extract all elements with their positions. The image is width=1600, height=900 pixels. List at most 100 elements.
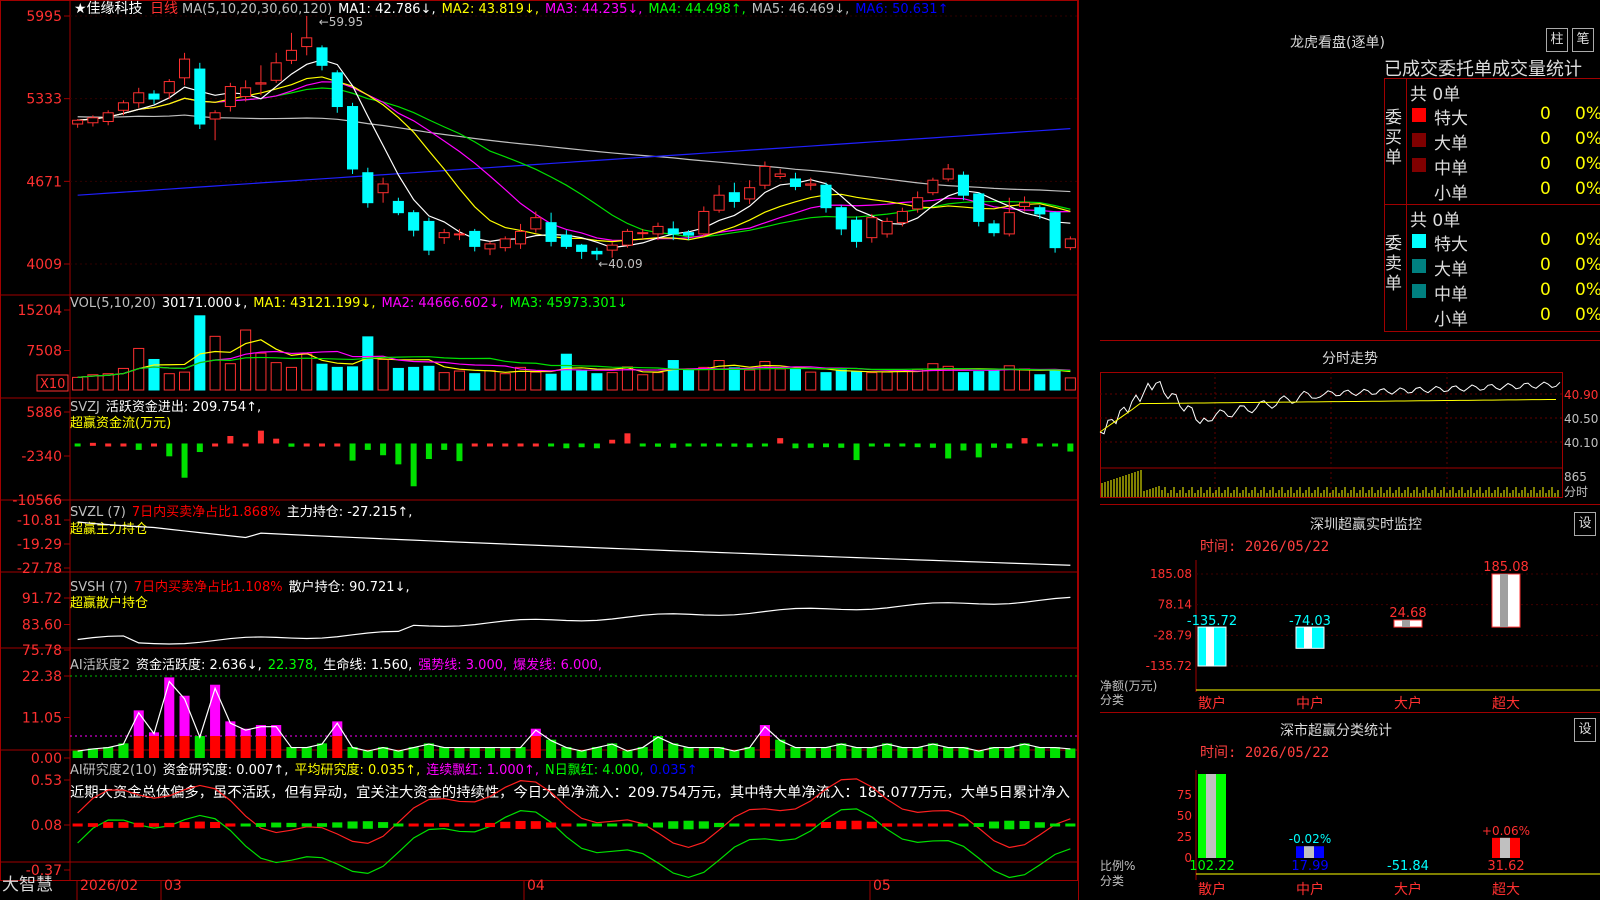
candle-body: [560, 234, 572, 247]
research-bar: [286, 822, 297, 828]
candle-body: [728, 192, 740, 202]
flow-bar: [929, 443, 936, 448]
intraday-y-tick: 40.10: [1564, 436, 1598, 450]
sell-row-count: 0: [1540, 230, 1551, 250]
candle-body: [835, 207, 847, 230]
intraday-vol-label: 分时: [1564, 485, 1588, 499]
volume-bar: [423, 365, 435, 391]
activity-bar: [622, 750, 633, 758]
volume-bar: [469, 373, 481, 391]
flow-bar: [899, 443, 906, 447]
price-legend-item: MA3: 44.235↓,: [545, 2, 642, 17]
candle-body: [377, 183, 389, 194]
research-bar: [1065, 823, 1076, 827]
activity-bar: [698, 747, 709, 758]
price-legend: MA(5,10,20,30,60,120) MA1: 42.786↓, MA2: 4…: [182, 2, 948, 17]
sell-total: 共 0单: [1410, 211, 1461, 231]
candle-body: [72, 119, 84, 125]
candle-body: [866, 217, 878, 239]
ai2-legend-item: 强势线: 3.000,: [418, 657, 507, 673]
classify-y-tick: 25: [1177, 830, 1192, 844]
flow-bar: [655, 443, 661, 447]
research-bar: [546, 822, 557, 828]
flow-bar: [380, 443, 387, 456]
retail-line: [77, 596, 1071, 645]
classify-pct-label: +0.06%: [1482, 824, 1530, 838]
buy-color-swatch: [1412, 108, 1426, 122]
activity-bar: [255, 736, 266, 758]
flow-bar: [578, 443, 585, 448]
research-bar: [759, 823, 770, 827]
research-bar: [637, 823, 648, 827]
side-panel: 龙虎看盘(逐单) 柱 笔 已成交委托单成交量统计 分时走势 深圳超赢实时监控 设…: [1078, 0, 1600, 900]
activity-bar: [118, 743, 129, 758]
monitor-settings-button[interactable]: 设: [1574, 512, 1596, 536]
candle-body: [301, 37, 313, 48]
sell-color-swatch: [1412, 234, 1426, 248]
dragon-title: 龙虎看盘(逐单): [1290, 35, 1385, 51]
classify-value: 31.62: [1487, 859, 1524, 874]
monitor-value-label: -74.03: [1289, 614, 1331, 629]
research-bar: [820, 821, 832, 829]
research-bar: [683, 820, 694, 830]
flow-bar: [548, 443, 555, 447]
volume-bar: [820, 372, 832, 391]
intraday-chart: 40.90 40.50 40.10 865分时: [1099, 372, 1598, 499]
activity-bar: [836, 743, 847, 758]
high-label: ←59.95: [319, 15, 363, 29]
monitor-bar-2: [1393, 619, 1423, 628]
flow-bar: [853, 443, 860, 461]
ai-research-legend-item: 0.035↑: [650, 763, 698, 778]
flow-bar: [151, 443, 157, 447]
candle-body: [1003, 212, 1015, 235]
candle-body: [102, 112, 114, 123]
bar-mode-button[interactable]: 柱: [1546, 28, 1568, 52]
monitor-bar-shine: [1402, 620, 1410, 628]
classify-category: 超大: [1492, 882, 1520, 898]
buy-row-pct: 0%: [1575, 129, 1600, 149]
research-bar: [301, 823, 312, 827]
buy-row-count: 0: [1540, 179, 1551, 199]
candle-body: [912, 197, 924, 210]
candle-body: [484, 243, 496, 250]
flow-bar: [639, 443, 646, 447]
candle-body: [896, 210, 908, 224]
volume-bar: [117, 367, 129, 391]
flow-bar: [441, 443, 448, 450]
monitor-chart: 185.0878.14-28.79-135.72净额(万元)分类-135.72散…: [1100, 560, 1600, 712]
flow-bar: [502, 443, 509, 447]
candle-body: [942, 168, 954, 180]
y-tick-label: 0.00: [31, 751, 62, 767]
ma6-line: [77, 128, 1071, 196]
svzl-subtitle: 超赢主力持仓: [70, 521, 148, 537]
volume-bar: [285, 366, 297, 391]
volume-bar: [484, 370, 496, 391]
flow-bar: [257, 430, 264, 444]
research-bar: [454, 823, 465, 827]
activity-bar: [271, 736, 282, 758]
stock-title[interactable]: ★佳缘科技: [74, 1, 143, 17]
vol-legend-item: MA2: 44666.602↓,: [381, 296, 503, 311]
y-tick-label: -27.78: [17, 561, 62, 577]
activity-bar: [683, 747, 694, 758]
svzl-legend-item: 7日内买卖净占比1.868%: [132, 504, 281, 520]
classify-settings-button[interactable]: 设: [1574, 718, 1596, 742]
flow-bar: [334, 443, 341, 447]
volume-bar: [255, 352, 267, 391]
tick-mode-button[interactable]: 笔: [1572, 28, 1594, 52]
volume-bar: [102, 373, 114, 391]
main-chart[interactable]: 5995 5333 4671 4009 ★佳缘科技 日线 MA(5,10,20,30,60,…: [0, 0, 1100, 900]
activity-bar: [866, 747, 877, 758]
candle-body: [270, 62, 282, 81]
svsh-legend-item: 散户持仓: 90.721↓,: [289, 579, 410, 595]
research-bar: [255, 823, 266, 827]
classify-value: 17.99: [1291, 859, 1328, 874]
activity-bar: [882, 743, 893, 758]
buy-row-name: 特大: [1434, 109, 1468, 129]
candle-body: [362, 172, 374, 204]
candle-body: [1049, 212, 1061, 249]
flow-bar: [425, 443, 432, 459]
candle-body: [988, 223, 1000, 234]
flow-bar: [364, 443, 371, 450]
research-line-green: [77, 808, 1071, 879]
